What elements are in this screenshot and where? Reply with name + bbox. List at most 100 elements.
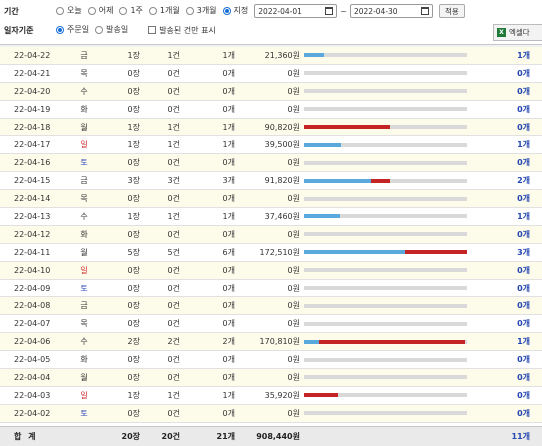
table-row: 22-04-22 금 1장 1건 1개 21,360원 1개 xyxy=(0,47,542,65)
row-end-link[interactable]: 1개 xyxy=(490,136,530,153)
row-q2: 0건 xyxy=(167,265,180,275)
row-q2: 0건 xyxy=(167,301,180,311)
row-bar xyxy=(304,83,467,100)
row-end-link[interactable]: 0개 xyxy=(490,190,530,207)
only-shipped-checkbox[interactable]: 발송된 건만 표시 xyxy=(148,25,216,36)
radio-dot-icon[interactable] xyxy=(95,25,104,34)
row-date: 22-04-16 xyxy=(14,158,51,168)
row-amount: 0원 xyxy=(287,283,300,293)
row-amount: 0원 xyxy=(287,68,300,78)
row-end-link[interactable]: 0개 xyxy=(490,262,530,279)
table-row: 22-04-03 일 1장 1건 1개 35,920원 0개 xyxy=(0,386,542,405)
row-q1: 0장 xyxy=(127,408,140,418)
row-bar xyxy=(304,405,467,422)
row-amount: 37,460원 xyxy=(264,211,300,221)
row-q3: 1개 xyxy=(222,211,235,221)
calendar-icon[interactable] xyxy=(420,7,429,15)
table-row: 22-04-19 화 0장 0건 0개 0원 0개 xyxy=(0,100,542,119)
row-q2: 1건 xyxy=(167,140,180,150)
period-radio-label: 1개월 xyxy=(159,6,180,16)
row-end-link[interactable]: 0개 xyxy=(490,405,530,422)
row-end-link[interactable]: 0개 xyxy=(490,154,530,171)
row-amount: 0원 xyxy=(287,355,300,365)
row-end-link[interactable]: 0개 xyxy=(490,315,530,332)
period-radio-label: 지정 xyxy=(233,6,249,16)
row-date: 22-04-05 xyxy=(14,355,51,365)
row-end-link[interactable]: 0개 xyxy=(490,280,530,297)
bar-track xyxy=(304,214,467,219)
total-amount: 908,440원 xyxy=(256,432,300,441)
radio-dot-icon[interactable] xyxy=(56,25,64,34)
row-q3: 0개 xyxy=(222,283,235,293)
excel-icon: X xyxy=(497,28,506,37)
row-q1: 0장 xyxy=(127,229,140,239)
period-radio-5[interactable]: 지정 xyxy=(222,5,249,16)
row-q3: 1개 xyxy=(222,50,235,60)
row-end-link[interactable]: 1개 xyxy=(490,47,530,64)
row-end-link[interactable]: 0개 xyxy=(490,83,530,100)
row-end-link[interactable]: 0개 xyxy=(490,101,530,118)
radio-dot-icon[interactable] xyxy=(119,6,128,15)
row-date: 22-04-20 xyxy=(14,86,51,96)
excel-download-button[interactable]: X 엑셀다 xyxy=(493,24,542,41)
basis-radio-0[interactable]: 주문일 xyxy=(56,24,89,35)
table-row: 22-04-17 일 1장 1건 1개 39,500원 1개 xyxy=(0,136,542,155)
bar-segment-blue xyxy=(304,339,319,344)
row-q1: 2장 xyxy=(127,337,140,347)
date-range-tilde: ~ xyxy=(340,6,347,16)
row-q2: 1건 xyxy=(167,50,180,60)
row-bar xyxy=(304,315,467,332)
bar-segment-blue xyxy=(304,178,371,183)
row-end-link[interactable]: 0개 xyxy=(490,226,530,243)
bar-segment-blue xyxy=(304,142,342,147)
period-filter-row: 기간 오늘 어제 1주 1개월 3개월 지정 2022-04-01 ~ 2022-04-3… xyxy=(0,2,465,20)
row-end-link[interactable]: 0개 xyxy=(490,297,530,314)
row-q1: 0장 xyxy=(127,158,140,168)
row-end-link[interactable]: 0개 xyxy=(490,119,530,136)
radio-dot-icon[interactable] xyxy=(222,6,231,15)
row-q1: 1장 xyxy=(127,122,140,132)
radio-dot-icon[interactable] xyxy=(148,6,157,15)
row-end-link[interactable]: 0개 xyxy=(490,387,530,404)
period-radio-4[interactable]: 3개월 xyxy=(185,5,217,16)
bar-track xyxy=(304,107,467,112)
row-amount: 21,360원 xyxy=(264,50,300,60)
bar-segment-red xyxy=(304,125,391,129)
table-row: 22-04-18 월 1장 1건 1개 90,820원 0개 xyxy=(0,118,542,137)
row-q1: 0장 xyxy=(127,355,140,365)
row-q1: 0장 xyxy=(127,68,140,78)
period-radio-1[interactable]: 어제 xyxy=(87,5,113,16)
row-end-link[interactable]: 1개 xyxy=(490,208,530,225)
bar-track xyxy=(304,393,467,398)
radio-dot-icon[interactable] xyxy=(185,6,194,15)
date-to-input[interactable]: 2022-04-30 xyxy=(349,4,433,18)
row-bar xyxy=(304,280,467,297)
row-end-link[interactable]: 3개 xyxy=(490,244,530,261)
row-end-link[interactable]: 1개 xyxy=(490,333,530,350)
row-end-link[interactable]: 2개 xyxy=(490,172,530,189)
row-date: 22-04-09 xyxy=(14,283,51,293)
apply-button[interactable]: 적용 xyxy=(438,4,465,18)
row-end-link[interactable]: 0개 xyxy=(490,351,530,368)
period-radio-0[interactable]: 오늘 xyxy=(56,5,82,16)
row-q3: 0개 xyxy=(222,86,235,96)
basis-radio-1[interactable]: 발송일 xyxy=(95,24,128,35)
basis-label: 일자기준 xyxy=(4,25,34,35)
bar-track xyxy=(304,71,467,76)
row-q3: 0개 xyxy=(222,319,235,329)
bar-track xyxy=(304,178,467,183)
date-from-input[interactable]: 2022-04-01 xyxy=(254,4,338,18)
row-q1: 0장 xyxy=(127,283,140,293)
total-end-link[interactable]: 11개 xyxy=(490,427,531,446)
bar-track xyxy=(304,411,467,416)
checkbox-box[interactable] xyxy=(148,26,157,34)
row-end-link[interactable]: 0개 xyxy=(490,65,530,82)
radio-dot-icon[interactable] xyxy=(56,6,64,15)
row-end-link[interactable]: 0개 xyxy=(490,369,530,386)
period-radio-2[interactable]: 1주 xyxy=(119,5,143,16)
period-radio-3[interactable]: 1개월 xyxy=(148,5,180,16)
calendar-icon[interactable] xyxy=(325,7,334,15)
row-date: 22-04-21 xyxy=(14,68,51,78)
bar-track xyxy=(304,321,467,326)
radio-dot-icon[interactable] xyxy=(87,6,96,15)
